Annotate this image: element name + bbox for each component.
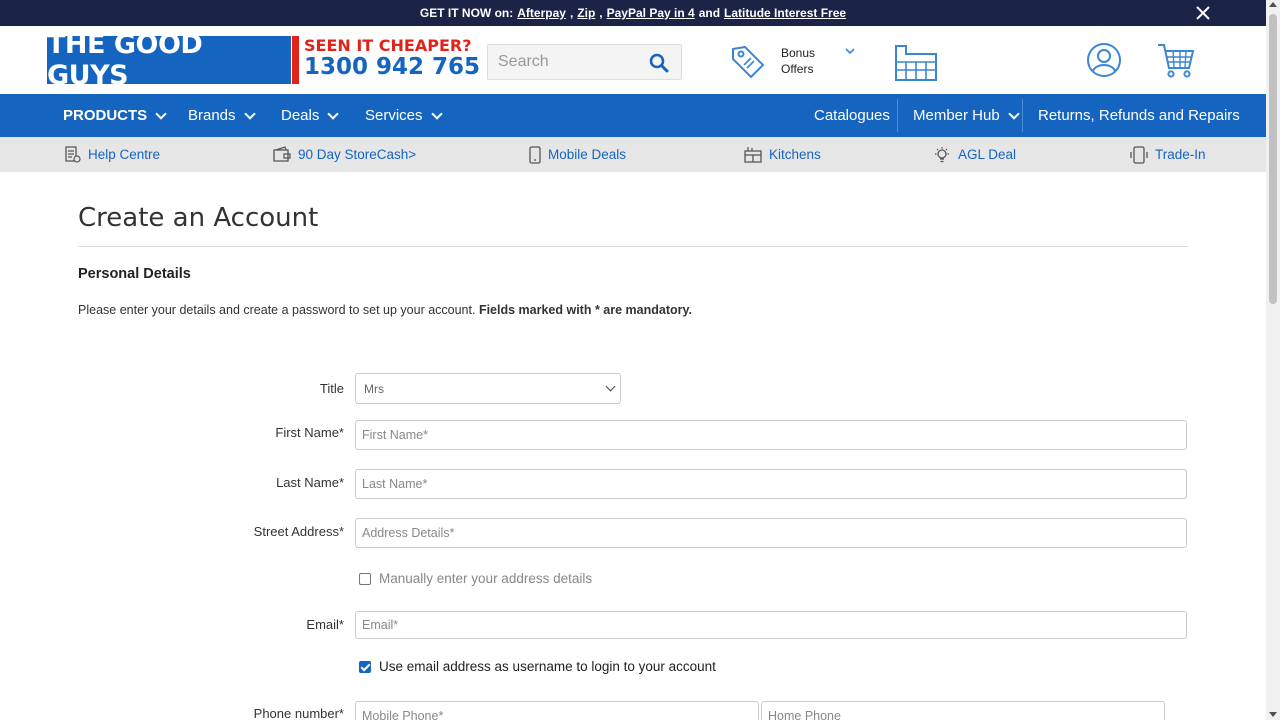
main-nav: PRODUCTS Brands Deals Services Catalogue… bbox=[0, 94, 1266, 137]
bonus-line1: Bonus bbox=[781, 46, 816, 60]
search-box bbox=[487, 44, 682, 80]
scrollbar[interactable] bbox=[1266, 0, 1280, 720]
scroll-down-arrow-icon[interactable] bbox=[1269, 712, 1277, 717]
last-name-field[interactable] bbox=[355, 469, 1187, 499]
site-header: THE GOOD GUYS SEEN IT CHEAPER? 1300 942 … bbox=[0, 26, 1266, 94]
use-email-option[interactable]: Use email address as username to login t… bbox=[359, 659, 716, 674]
nav-divider bbox=[1022, 99, 1023, 132]
chevron-down-icon bbox=[155, 107, 167, 120]
promo-bar: GET IT NOW on: Afterpay, Zip, PayPal Pay… bbox=[0, 0, 1266, 26]
good-guys-logo[interactable]: THE GOOD GUYS bbox=[47, 29, 291, 91]
street-address-label: Street Address* bbox=[253, 524, 344, 539]
promo-link-paypal[interactable]: PayPal Pay in 4 bbox=[607, 6, 695, 20]
promo-prefix: GET IT NOW on: bbox=[419, 6, 514, 20]
lightbulb-icon bbox=[935, 146, 949, 162]
title-select-value: Mrs bbox=[364, 381, 384, 396]
manual-address-label: Manually enter your address details bbox=[379, 571, 593, 586]
promo-link-zip[interactable]: Zip bbox=[577, 6, 595, 20]
scroll-up-arrow-icon[interactable] bbox=[1269, 2, 1277, 7]
bonus-offers[interactable]: Bonus Offers bbox=[730, 44, 860, 82]
chevron-down-icon bbox=[430, 107, 443, 120]
user-account-icon[interactable] bbox=[1086, 42, 1122, 78]
scrollbar-thumb[interactable] bbox=[1269, 14, 1277, 304]
chevron-down-icon bbox=[327, 107, 340, 120]
chevron-down-icon bbox=[243, 107, 256, 120]
seen-it-cheaper-promo[interactable]: SEEN IT CHEAPER? 1300 942 765 bbox=[304, 38, 480, 79]
nav-products[interactable]: PRODUCTS bbox=[63, 94, 167, 137]
help-doc-icon bbox=[65, 146, 81, 163]
subnav-mobile-deals[interactable]: Mobile Deals bbox=[529, 137, 626, 172]
chevron-down-icon bbox=[1008, 107, 1020, 120]
promo-link-latitude[interactable]: Latitude Interest Free bbox=[724, 6, 846, 20]
chevron-down-icon bbox=[605, 381, 616, 392]
email-field[interactable] bbox=[355, 611, 1187, 639]
bonus-line2: Offers bbox=[781, 62, 814, 76]
intro-text: Please enter your details and create a p… bbox=[78, 303, 692, 317]
nav-deals[interactable]: Deals bbox=[281, 94, 340, 137]
logo-accent-bar bbox=[292, 36, 299, 84]
subnav-trade-in[interactable]: Trade-In bbox=[1130, 137, 1206, 172]
nav-services[interactable]: Services bbox=[365, 94, 443, 137]
subnav-kitchens[interactable]: Kitchens bbox=[744, 137, 821, 172]
manual-address-option[interactable]: Manually enter your address details bbox=[359, 571, 592, 586]
nav-returns[interactable]: Returns, Refunds and Repairs bbox=[1038, 94, 1240, 137]
promo-link-afterpay[interactable]: Afterpay bbox=[517, 6, 566, 20]
chevron-down-icon bbox=[845, 48, 855, 55]
nav-divider bbox=[897, 99, 898, 132]
first-name-field[interactable] bbox=[355, 420, 1187, 450]
cheaper-phone: 1300 942 765 bbox=[304, 54, 481, 80]
page-title: Create an Account bbox=[78, 203, 319, 233]
subnav-storecash[interactable]: 90 Day StoreCash> bbox=[273, 137, 416, 172]
manual-address-checkbox[interactable] bbox=[359, 572, 371, 585]
mobile-phone-field[interactable] bbox=[355, 701, 759, 720]
close-icon[interactable] bbox=[1194, 4, 1212, 22]
mandatory-note: Fields marked with * are mandatory. bbox=[478, 303, 692, 317]
title-label: Title bbox=[319, 381, 344, 396]
search-input[interactable] bbox=[488, 45, 638, 79]
price-tag-icon bbox=[732, 45, 765, 79]
cheaper-heading: SEEN IT CHEAPER? bbox=[304, 36, 472, 55]
home-phone-field[interactable] bbox=[761, 701, 1165, 720]
secondary-nav: Help Centre 90 Day StoreCash> Mobile Dea… bbox=[0, 137, 1266, 172]
promo-and: and bbox=[698, 6, 721, 20]
email-label: Email* bbox=[306, 617, 344, 632]
street-address-field[interactable] bbox=[355, 518, 1187, 548]
nav-member-hub[interactable]: Member Hub bbox=[913, 94, 1020, 137]
last-name-label: Last Name* bbox=[276, 475, 344, 490]
subnav-help-centre[interactable]: Help Centre bbox=[64, 137, 160, 172]
kitchen-icon bbox=[744, 147, 762, 163]
nav-brands[interactable]: Brands bbox=[188, 94, 256, 137]
trade-in-icon bbox=[1130, 145, 1148, 164]
subnav-agl-deal[interactable]: AGL Deal bbox=[933, 137, 1016, 172]
wallet-icon bbox=[273, 146, 291, 162]
phone-label: Phone number* bbox=[253, 706, 344, 720]
first-name-label: First Name* bbox=[275, 425, 344, 440]
nav-catalogues[interactable]: Catalogues bbox=[814, 94, 890, 137]
store-icon[interactable] bbox=[893, 44, 939, 82]
use-email-label: Use email address as username to login t… bbox=[379, 659, 716, 674]
search-icon[interactable] bbox=[649, 53, 669, 73]
title-select[interactable]: Mrs bbox=[355, 373, 621, 404]
cart-icon[interactable] bbox=[1156, 42, 1196, 80]
title-divider bbox=[78, 246, 1188, 247]
section-title: Personal Details bbox=[78, 266, 191, 282]
mobile-icon bbox=[529, 145, 541, 164]
use-email-checkbox[interactable] bbox=[359, 660, 371, 673]
